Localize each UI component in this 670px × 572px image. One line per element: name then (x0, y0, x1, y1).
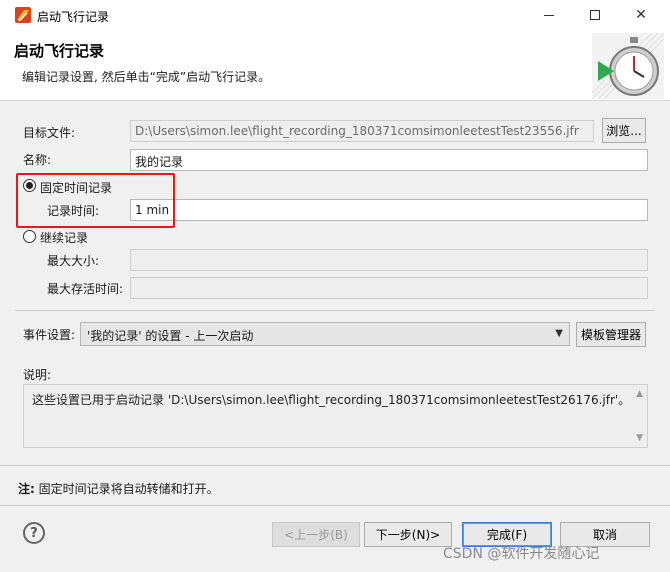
maximize-button[interactable] (572, 0, 618, 30)
dialog-window: 启动飞行记录 ✕ 启动飞行记录 编辑记录设置, 然后单击“完成”启动飞行记录。 … (0, 0, 670, 572)
scroll-up-icon[interactable]: ▲ (636, 389, 643, 399)
separator (0, 505, 670, 506)
separator (0, 465, 670, 466)
note-body: 固定时间记录将自动转储和打开。 (34, 482, 219, 496)
maximize-icon (590, 10, 600, 20)
banner-subtitle: 编辑记录设置, 然后单击“完成”启动飞行记录。 (22, 70, 271, 84)
separator (15, 310, 655, 311)
browse-button[interactable]: 浏览... (602, 118, 646, 143)
record-time-field[interactable]: 1 min (130, 199, 648, 221)
event-settings-select[interactable]: '我的记录' 的设置 - 上一次启动 ▼ (80, 322, 570, 346)
scroll-down-icon[interactable]: ▼ (636, 433, 643, 443)
max-size-field (130, 249, 648, 271)
note-text: 注: 固定时间记录将自动转储和打开。 (18, 480, 219, 497)
continuous-radio[interactable] (23, 230, 36, 243)
next-button[interactable]: 下一步(N)> (364, 522, 452, 547)
name-field[interactable]: 我的记录 (130, 149, 648, 171)
close-icon: ✕ (635, 7, 647, 23)
event-settings-value: '我的记录' 的设置 - 上一次启动 (87, 329, 254, 343)
close-button[interactable]: ✕ (618, 0, 664, 30)
help-icon[interactable]: ? (23, 522, 45, 544)
note-prefix: 注: (18, 482, 35, 496)
minimize-icon (544, 14, 554, 16)
max-age-field (130, 277, 648, 299)
header-banner: 启动飞行记录 编辑记录设置, 然后单击“完成”启动飞行记录。 (0, 30, 670, 101)
event-settings-label: 事件设置: (23, 328, 76, 342)
max-age-label: 最大存活时间: (47, 282, 124, 296)
max-size-label: 最大大小: (47, 254, 100, 268)
description-text: 这些设置已用于启动记录 'D:\Users\simon.lee\flight_r… (32, 393, 631, 407)
highlight-box (16, 173, 175, 228)
watermark: CSDN @软件开发随心记 (443, 546, 600, 562)
banner-title: 启动飞行记录 (14, 42, 105, 60)
title-bar: 启动飞行记录 ✕ (0, 0, 670, 30)
stopwatch-icon (592, 33, 664, 99)
template-manager-button[interactable]: 模板管理器 (576, 322, 646, 347)
chevron-down-icon: ▼ (555, 328, 563, 339)
window-title: 启动飞行记录 (37, 10, 110, 24)
target-file-label: 目标文件: (23, 126, 76, 140)
target-file-field: D:\Users\simon.lee\flight_recording_1803… (130, 120, 594, 142)
description-label: 说明: (23, 368, 52, 382)
description-box: 这些设置已用于启动记录 'D:\Users\simon.lee\flight_r… (23, 384, 648, 448)
continuous-radio-label[interactable]: 继续记录 (40, 229, 88, 246)
back-button[interactable]: <上一步(B) (272, 522, 360, 547)
app-icon (15, 7, 31, 23)
minimize-button[interactable] (526, 0, 572, 30)
name-label: 名称: (23, 153, 52, 167)
